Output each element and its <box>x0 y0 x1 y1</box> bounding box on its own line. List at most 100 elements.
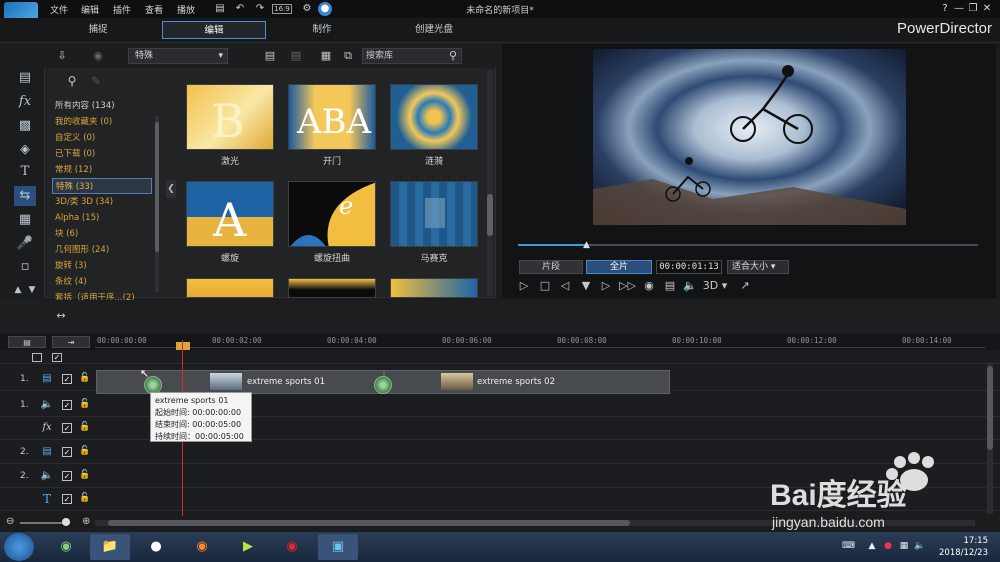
menu-file[interactable]: 文件 <box>50 3 68 16</box>
category-favorites[interactable]: 我的收藏夹 (0) <box>52 114 152 130</box>
fast-forward-icon[interactable]: ▷▷ <box>619 278 636 294</box>
effect-thumb-row3-a[interactable] <box>186 278 274 298</box>
timeline-ruler[interactable] <box>95 347 985 348</box>
previous-frame-icon[interactable]: ◁ <box>557 278 573 294</box>
track-enable-checkbox[interactable]: ✓ <box>62 423 72 433</box>
timeline-zoom-knob[interactable] <box>62 518 70 526</box>
effect-thumb-door[interactable]: ABA <box>288 84 376 150</box>
next-frame-icon[interactable]: ▷ <box>598 278 614 294</box>
tab-edit[interactable]: 编辑 <box>162 21 266 39</box>
track-enable-checkbox[interactable]: ✓ <box>62 374 72 384</box>
restore-icon[interactable]: ❐ <box>966 2 980 16</box>
aspect-ratio-button[interactable]: 16:9 <box>272 4 292 14</box>
enable-all-checkbox[interactable]: ✓ <box>52 353 62 362</box>
video-app-icon[interactable]: ▶ <box>228 534 268 560</box>
zoom-fit-dropdown[interactable]: 适合大小 ▾ <box>727 260 789 274</box>
export-icon[interactable]: ▤ <box>288 49 304 63</box>
category-geometric[interactable]: 几何图形 (24) <box>52 242 152 258</box>
menu-view[interactable]: 查看 <box>145 3 163 16</box>
effect-thumb-row3-b[interactable] <box>288 278 376 298</box>
effect-thumb-row3-c[interactable] <box>390 278 478 298</box>
select-all-checkbox[interactable] <box>32 353 42 362</box>
add-to-library-icon[interactable]: ▤ <box>262 49 278 63</box>
lock-icon[interactable]: 🔓 <box>79 446 90 458</box>
3d-mode-button[interactable]: 3D ▾ <box>702 278 728 294</box>
powerdirector-taskbar-icon[interactable]: ▣ <box>318 534 358 560</box>
network-icon[interactable]: ▦ <box>898 541 910 553</box>
settings-icon[interactable]: ⚙ <box>300 2 314 16</box>
menu-plugins[interactable]: 插件 <box>113 3 131 16</box>
track-enable-checkbox[interactable]: ✓ <box>62 494 72 504</box>
transition-icon[interactable] <box>374 376 392 394</box>
category-all[interactable]: 所有内容 (134) <box>52 98 152 114</box>
lock-icon[interactable]: 🔓 <box>79 373 90 385</box>
timeline-vertical-thumb[interactable] <box>987 366 993 450</box>
undock-icon[interactable]: ↗ <box>737 278 753 294</box>
keyboard-icon[interactable]: ⌨ <box>842 541 855 553</box>
library-scrollbar[interactable] <box>487 70 493 296</box>
media-room-icon[interactable]: ▤ <box>14 68 36 88</box>
lock-icon[interactable]: 🔓 <box>79 470 90 482</box>
chevron-down-icon[interactable]: ▼ <box>26 280 38 300</box>
category-alpha[interactable]: Alpha (15) <box>52 210 152 226</box>
storyboard-view-button[interactable]: ▤ <box>8 336 46 348</box>
category-custom[interactable]: 自定义 (0) <box>52 130 152 146</box>
chevron-up-icon[interactable]: ▲ <box>12 280 24 300</box>
category-downloaded[interactable]: 已下载 (0) <box>52 146 152 162</box>
timecode-display[interactable]: 00:00:01:13 <box>656 260 722 274</box>
category-general[interactable]: 常规 (12) <box>52 162 152 178</box>
browser-360-icon[interactable]: ◉ <box>46 534 86 560</box>
playhead-handle[interactable] <box>176 342 190 350</box>
movie-mode-button[interactable]: 全片 <box>586 260 652 274</box>
play-icon[interactable]: ▷ <box>516 278 532 294</box>
tab-capture[interactable]: 捕捉 <box>46 21 150 39</box>
subtitle-icon[interactable]: ▤ <box>662 278 678 294</box>
particle-room-icon[interactable]: ◈ <box>14 140 36 160</box>
category-dropdown[interactable]: 特殊 ▾ <box>128 48 228 64</box>
voiceover-icon[interactable]: 🎤 <box>14 234 36 254</box>
track-enable-checkbox[interactable]: ✓ <box>62 400 72 410</box>
tab-produce[interactable]: 制作 <box>270 21 374 39</box>
track-enable-checkbox[interactable]: ✓ <box>62 447 72 457</box>
zoom-out-icon[interactable]: ⊖ <box>6 516 14 527</box>
category-3d[interactable]: 3D/类 3D (34) <box>52 194 152 210</box>
security-icon[interactable]: ● <box>882 541 894 553</box>
timeline-horizontal-thumb[interactable] <box>108 520 630 526</box>
audio-mixing-icon[interactable]: ▦ <box>14 210 36 230</box>
track-enable-checkbox[interactable]: ✓ <box>62 471 72 481</box>
globe-icon[interactable]: ◉ <box>90 49 106 63</box>
minimize-icon[interactable]: — <box>952 2 966 16</box>
undo-icon[interactable]: ↶ <box>233 2 247 16</box>
tab-create-disc[interactable]: 创建光盘 <box>382 21 486 39</box>
pip-room-icon[interactable]: ▩ <box>14 116 36 136</box>
lock-icon[interactable]: 🔓 <box>79 493 90 505</box>
category-special[interactable]: 特殊 (33) <box>52 178 152 194</box>
zoom-in-icon[interactable]: ⊕ <box>82 516 90 527</box>
category-stripe[interactable]: 条纹 (4) <box>52 274 152 290</box>
qq-icon[interactable]: ● <box>136 534 176 560</box>
fit-timeline-icon[interactable]: ↔ <box>52 308 70 324</box>
effect-thumb-ripple[interactable] <box>390 84 478 150</box>
fit-view-icon[interactable]: ⧉ <box>340 49 356 63</box>
menu-edit[interactable]: 编辑 <box>81 3 99 16</box>
effect-thumb-spiral[interactable]: A <box>186 181 274 247</box>
menu-play[interactable]: 播放 <box>177 3 195 16</box>
lock-icon[interactable]: 🔓 <box>79 422 90 434</box>
stop-icon[interactable]: □ <box>537 278 553 294</box>
category-rotate[interactable]: 旋转 (3) <box>52 258 152 274</box>
save-icon[interactable]: ▤ <box>213 2 227 16</box>
account-icon[interactable]: ● <box>318 2 332 16</box>
volume-icon[interactable]: 🔈 <box>682 278 698 294</box>
import-icon[interactable]: ⇩ <box>54 49 70 63</box>
fx-room-icon[interactable]: fx <box>14 92 36 112</box>
tray-arrow-icon[interactable]: ▲ <box>866 541 878 553</box>
file-explorer-icon[interactable]: 📁 <box>90 534 130 560</box>
help-icon[interactable]: ? <box>938 2 952 16</box>
timeline-view-button[interactable]: ⇥ <box>52 336 90 348</box>
title-room-icon[interactable]: T <box>14 162 36 182</box>
effect-thumb-spiral-twist[interactable]: e <box>288 181 376 247</box>
library-scroll-thumb[interactable] <box>487 194 493 236</box>
snapshot-icon[interactable]: ◉ <box>641 278 657 294</box>
search-icon[interactable]: ⚲ <box>446 48 460 64</box>
effect-thumb-mosaic[interactable] <box>390 181 478 247</box>
